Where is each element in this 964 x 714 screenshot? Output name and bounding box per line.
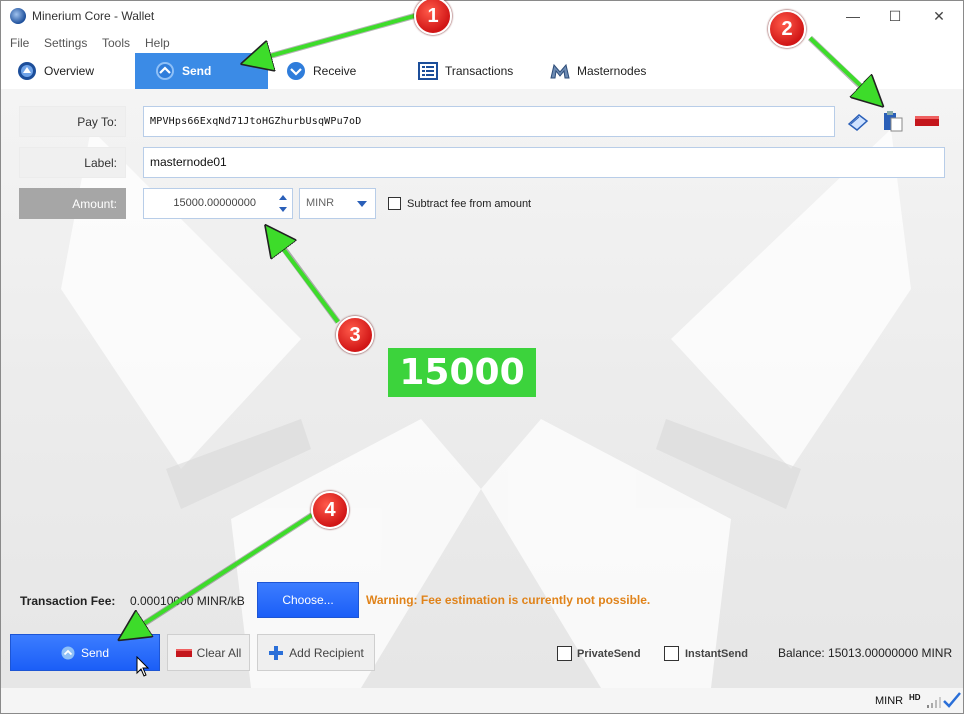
- choose-fee-button[interactable]: Choose...: [257, 582, 359, 618]
- annotation-badge-4: 4: [311, 491, 349, 529]
- amount-spinner[interactable]: [273, 188, 293, 219]
- unit-select[interactable]: MINR: [299, 188, 376, 219]
- tab-send[interactable]: Send: [135, 53, 268, 89]
- mouse-cursor-icon: [136, 656, 150, 677]
- add-recipient-label: Add Recipient: [289, 645, 364, 660]
- send-button-icon: [61, 646, 75, 659]
- menu-help[interactable]: Help: [145, 36, 170, 50]
- tab-masternodes[interactable]: Masternodes: [550, 53, 670, 89]
- amount-input[interactable]: 15000.00000000: [143, 188, 293, 219]
- tab-overview-label: Overview: [44, 64, 95, 78]
- amount-label: Amount:: [19, 188, 126, 219]
- fee-warning-text: Warning: Fee estimation is currently not…: [366, 593, 651, 607]
- menu-file[interactable]: File: [10, 36, 29, 50]
- paste-icon[interactable]: [881, 109, 905, 133]
- balance-text: Balance: 15013.00000000 MINR: [778, 646, 953, 660]
- tab-masternodes-label: Masternodes: [577, 64, 647, 78]
- unit-select-value: MINR: [306, 197, 335, 209]
- window-title: Minerium Core - Wallet: [32, 9, 155, 23]
- clear-all-button[interactable]: Clear All: [167, 634, 250, 671]
- send-page: Pay To: MPVHps66ExqNd71JtoHGZhurbUsqWPu7…: [1, 89, 963, 688]
- network-activity-icon: [927, 697, 941, 708]
- status-unit[interactable]: MINR: [875, 695, 903, 707]
- main-toolbar: Overview Send Receive Transactions Maste…: [1, 53, 963, 89]
- menu-settings[interactable]: Settings: [44, 36, 87, 50]
- pay-to-label: Pay To:: [19, 106, 126, 137]
- menu-bar: File Settings Tools Help: [1, 33, 963, 51]
- annotation-badge-2: 2: [768, 10, 806, 48]
- transaction-fee-value: 0.00010000 MINR/kB: [130, 594, 245, 608]
- subtract-fee-checkbox[interactable]: [388, 197, 401, 210]
- status-bar: MINR HD: [1, 688, 963, 713]
- close-button[interactable]: ✕: [929, 6, 949, 26]
- add-recipient-icon: [269, 645, 284, 660]
- clear-all-icon: [175, 648, 192, 657]
- hd-badge: HD: [909, 693, 921, 702]
- tab-receive-label: Receive: [313, 64, 357, 78]
- annotation-badge-3: 3: [336, 316, 374, 354]
- title-bar: Minerium Core - Wallet — ☐ ✕: [1, 1, 963, 31]
- chevron-down-icon: [357, 201, 367, 207]
- instant-send-checkbox[interactable]: [664, 646, 679, 661]
- maximize-button[interactable]: ☐: [885, 6, 905, 26]
- receive-icon: [287, 62, 305, 80]
- subtract-fee-label: Subtract fee from amount: [407, 198, 532, 210]
- remove-recipient-icon[interactable]: [915, 116, 939, 126]
- tab-send-label: Send: [182, 64, 212, 78]
- minimize-button[interactable]: —: [843, 6, 863, 26]
- synced-check-icon: [943, 692, 961, 708]
- masternodes-icon: [550, 63, 570, 79]
- label-input[interactable]: masternode01: [143, 147, 945, 178]
- overview-icon: [18, 62, 36, 80]
- send-icon: [156, 62, 174, 80]
- transaction-fee-label: Transaction Fee:: [20, 594, 116, 608]
- pay-to-input[interactable]: MPVHps66ExqNd71JtoHGZhurbUsqWPu7oD: [143, 106, 835, 137]
- private-send-label: PrivateSend: [577, 648, 641, 660]
- tab-receive[interactable]: Receive: [286, 53, 396, 89]
- instant-send-label: InstantSend: [685, 648, 748, 660]
- tab-transactions[interactable]: Transactions: [418, 53, 538, 89]
- add-recipient-button[interactable]: Add Recipient: [257, 634, 375, 671]
- menu-tools[interactable]: Tools: [102, 36, 130, 50]
- send-button-label: Send: [80, 645, 110, 660]
- label-label: Label:: [19, 147, 126, 178]
- clear-all-label: Clear All: [196, 645, 242, 660]
- transactions-icon: [418, 62, 438, 80]
- wallet-window: Minerium Core - Wallet — ☐ ✕ File Settin…: [0, 0, 964, 714]
- app-logo-icon: [10, 8, 26, 24]
- address-book-icon[interactable]: [847, 112, 869, 132]
- tab-transactions-label: Transactions: [445, 64, 514, 78]
- amount-callout: 15000: [388, 348, 536, 397]
- tab-overview[interactable]: Overview: [17, 53, 127, 89]
- private-send-checkbox[interactable]: [557, 646, 572, 661]
